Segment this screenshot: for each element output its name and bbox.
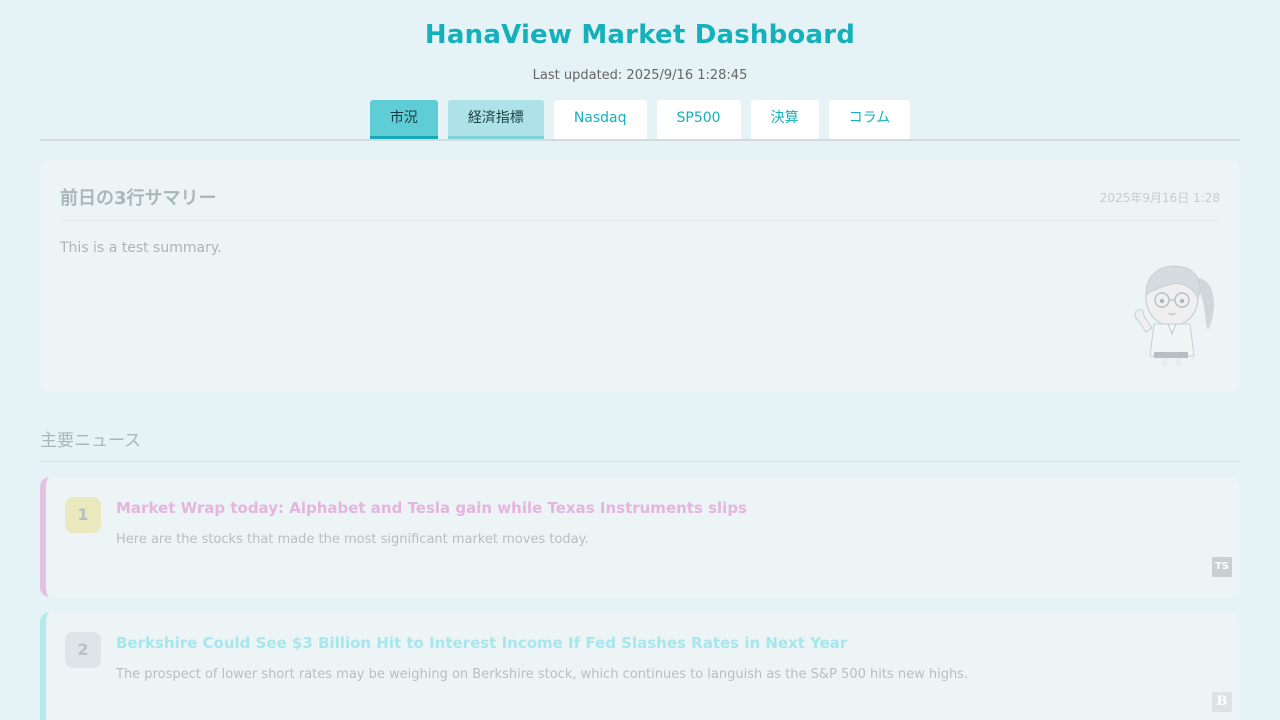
source-logo-icon: B — [1212, 692, 1232, 712]
tab-sp500[interactable]: SP500 — [656, 100, 741, 139]
news-rank-badge: 1 — [65, 497, 101, 533]
news-description: The prospect of lower short rates may be… — [116, 667, 969, 682]
summary-date: 2025年9月16日 1:28 — [1099, 191, 1220, 205]
summary-text: This is a test summary. — [60, 240, 222, 256]
source-logo-icon: TS — [1212, 557, 1232, 577]
page-title: HanaView Market Dashboard — [424, 20, 856, 50]
news-section-title: 主要ニュース — [40, 431, 142, 451]
tab-bar: 市況 経済指標 Nasdaq SP500 決算 コラム — [0, 100, 1280, 139]
tab-earnings[interactable]: 決算 — [750, 100, 819, 139]
summary-card: 前日の3行サマリー 2025年9月16日 1:28 This is a test… — [40, 160, 1240, 392]
news-title-link[interactable]: Berkshire Could See $3 Billion Hit to In… — [116, 634, 847, 652]
news-section-divider — [40, 461, 1240, 462]
tabs-divider — [40, 139, 1240, 141]
dashboard-header: HanaView Market Dashboard Last updated: … — [0, 0, 1280, 84]
tab-nasdaq[interactable]: Nasdaq — [553, 100, 647, 139]
tab-column[interactable]: コラム — [828, 100, 911, 139]
news-title-link[interactable]: Market Wrap today: Alphabet and Tesla ga… — [116, 499, 747, 517]
news-card[interactable]: 2 Berkshire Could See $3 Billion Hit to … — [40, 612, 1240, 720]
mascot-girl-icon — [1134, 265, 1214, 366]
news-description: Here are the stocks that made the most s… — [116, 532, 589, 547]
tab-economic-indicators[interactable]: 経済指標 — [447, 100, 544, 139]
tab-market[interactable]: 市況 — [369, 100, 438, 139]
news-rank-badge: 2 — [65, 632, 101, 668]
summary-divider — [60, 220, 1220, 221]
news-card[interactable]: 1 Market Wrap today: Alphabet and Tesla … — [40, 477, 1240, 597]
summary-title: 前日の3行サマリー — [60, 188, 217, 209]
last-updated-text: Last updated: 2025/9/16 1:28:45 — [532, 68, 748, 83]
